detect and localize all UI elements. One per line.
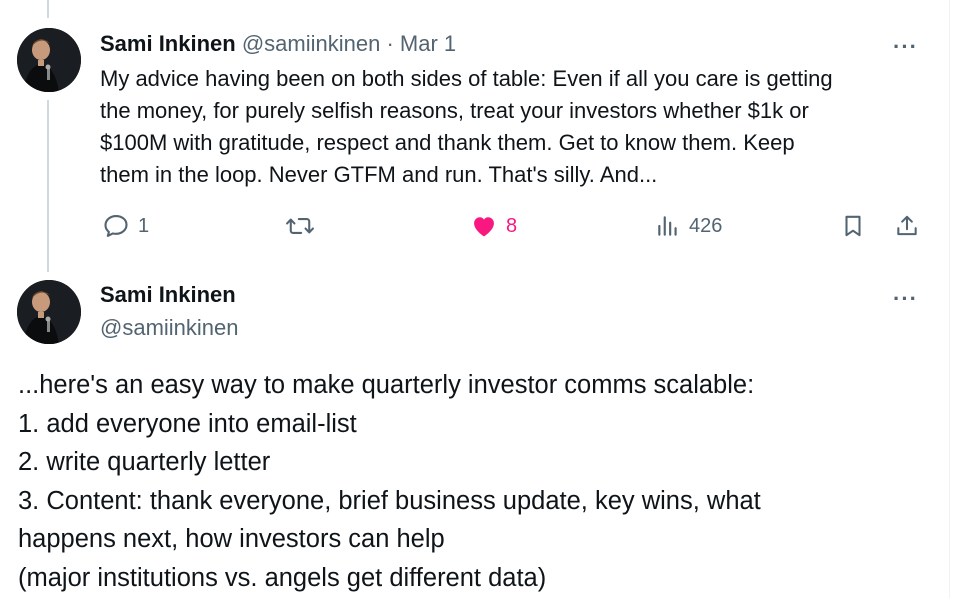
tweet-text-line: $100M with gratitude, respect and thank … <box>100 130 795 155</box>
thread-connector-line <box>47 100 49 272</box>
more-icon[interactable]: ··· <box>893 36 918 58</box>
thread-line-top <box>47 0 49 18</box>
views-count: 426 <box>689 214 723 237</box>
tweet-text-line: ...here's an easy way to make quarterly … <box>18 371 755 399</box>
tweet-text-line: them in the loop. Never GTFM and run. Th… <box>100 162 658 187</box>
separator-dot: · <box>386 31 394 56</box>
views-icon <box>655 212 681 240</box>
tweet-header: Sami Inkinen @samiinkinen · Mar 1 <box>100 30 456 58</box>
author-name[interactable]: Sami Inkinen <box>100 281 236 309</box>
tweet-date[interactable]: Mar 1 <box>400 31 456 56</box>
tweet-text-line: happens next, how investors can help <box>18 525 445 553</box>
bookmark-icon <box>840 212 866 240</box>
tweet-text: ...here's an easy way to make quarterly … <box>18 366 938 597</box>
reply-count: 1 <box>138 214 150 237</box>
tweet-text-line: 3. Content: thank everyone, brief busine… <box>18 486 761 515</box>
retweet-button[interactable] <box>285 208 323 244</box>
author-handle[interactable]: @samiinkinen <box>100 314 239 342</box>
author-name[interactable]: Sami Inkinen <box>100 31 236 56</box>
tweet-text-line: 1. add everyone into email-list <box>18 409 357 438</box>
views-button[interactable]: 426 <box>655 208 722 244</box>
reply-button[interactable]: 1 <box>102 208 149 244</box>
share-icon <box>894 212 920 240</box>
heart-icon <box>470 212 498 240</box>
more-icon[interactable]: ··· <box>893 288 918 310</box>
avatar[interactable] <box>17 28 81 92</box>
avatar[interactable] <box>17 280 81 344</box>
timeline-border <box>949 0 950 598</box>
bookmark-button[interactable] <box>840 208 866 244</box>
tweet-text-line: 2. write quarterly letter <box>18 448 271 476</box>
author-handle[interactable]: @samiinkinen <box>242 31 381 56</box>
like-button[interactable]: 8 <box>470 208 517 244</box>
tweet-text-line: (major institutions vs. angels get diffe… <box>18 563 547 592</box>
reply-icon <box>102 212 130 240</box>
tweet-text: My advice having been on both sides of t… <box>100 63 930 191</box>
tweet-text-line: the money, for purely selfish reasons, t… <box>100 98 809 123</box>
like-count: 8 <box>506 214 518 237</box>
tweet-text-line: My advice having been on both sides of t… <box>100 66 833 91</box>
share-button[interactable] <box>894 208 920 244</box>
retweet-icon <box>285 212 315 240</box>
